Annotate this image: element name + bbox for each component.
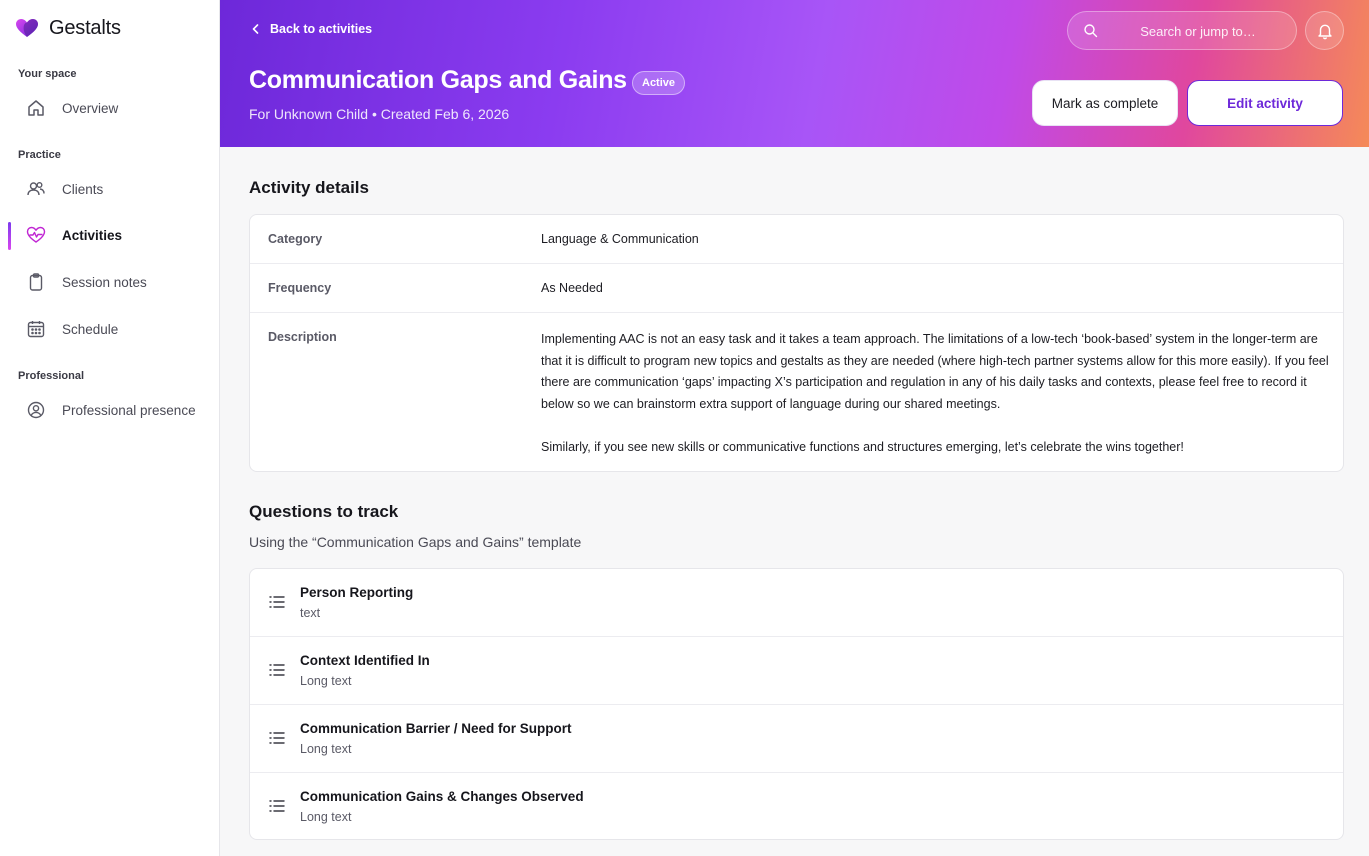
users-icon — [26, 179, 46, 199]
sidebar-item-label: Session notes — [62, 274, 147, 290]
template-note: Using the “Communication Gaps and Gains”… — [249, 534, 582, 550]
sidebar-item-label: Activities — [62, 227, 123, 243]
sidebar-item-activities[interactable]: Activities — [8, 215, 212, 255]
description-text: Implementing AAC is not an easy task and… — [541, 329, 1331, 458]
back-to-activities-link[interactable]: Back to activities — [250, 20, 372, 38]
sidebar-item-clients[interactable]: Clients — [8, 169, 212, 209]
description-paragraph: Similarly, if you see new skills or comm… — [541, 439, 1184, 454]
chevron-left-icon — [252, 24, 259, 34]
question-type: Long text — [300, 742, 352, 756]
search-icon — [1084, 24, 1098, 38]
question-title: Communication Barrier / Need for Support — [300, 721, 572, 736]
detail-label: Frequency — [268, 281, 332, 295]
questions-heading: Questions to track — [249, 502, 399, 521]
home-icon — [26, 98, 46, 118]
search-box[interactable] — [1067, 11, 1297, 50]
list-icon — [269, 596, 285, 608]
sidebar-item-label: Overview — [62, 100, 119, 116]
activity-subtitle: For Unknown Child • Created Feb 6, 2026 — [249, 106, 510, 122]
detail-value: As Needed — [541, 281, 603, 295]
activity-details-card: Category Language & Communication Freque… — [249, 214, 1344, 472]
section-label-your-space: Your space — [18, 68, 77, 80]
search-input[interactable] — [1108, 21, 1288, 41]
clipboard-icon — [26, 272, 46, 292]
list-icon — [269, 732, 285, 744]
sidebar-item-label: Clients — [62, 181, 104, 197]
detail-label: Category — [268, 232, 323, 246]
sidebar-item-label: Schedule — [62, 321, 119, 337]
activity-details-heading: Activity details — [249, 178, 369, 197]
questions-list: Person Reporting text Context Identified… — [249, 568, 1344, 840]
question-item[interactable]: Person Reporting text — [250, 569, 1343, 637]
status-badge: Active — [632, 71, 686, 95]
question-title: Person Reporting — [300, 585, 414, 600]
list-icon — [269, 800, 285, 812]
back-link-label: Back to activities — [270, 22, 373, 36]
question-title: Communication Gains & Changes Observed — [300, 789, 584, 804]
activity-header: Back to activities Communication Gaps an… — [220, 0, 1369, 147]
question-type: Long text — [300, 810, 352, 824]
section-label-professional: Professional — [18, 370, 85, 382]
detail-row-category: Category Language & Communication — [250, 215, 1343, 264]
sidebar-item-professional-presence[interactable]: Professional presence — [8, 390, 212, 430]
user-circle-icon — [26, 400, 46, 420]
question-title: Context Identified In — [300, 653, 430, 668]
heart-pulse-icon — [26, 225, 46, 245]
question-type: Long text — [300, 674, 352, 688]
detail-row-description: Description Implementing AAC is not an e… — [250, 313, 1343, 471]
heart-logo-icon — [16, 19, 38, 37]
brand-name: Gestalts — [49, 16, 121, 39]
edit-activity-button[interactable]: Edit activity — [1187, 80, 1343, 126]
question-type: text — [300, 606, 321, 620]
page-title: Communication Gaps and Gains — [249, 66, 627, 94]
question-item[interactable]: Communication Barrier / Need for Support… — [250, 705, 1343, 773]
notifications-button[interactable] — [1305, 11, 1344, 50]
sidebar: Gestalts Your space Overview Practice Cl… — [0, 0, 220, 856]
sidebar-item-label: Professional presence — [62, 402, 196, 418]
detail-label: Description — [268, 330, 337, 344]
calendar-icon — [26, 319, 46, 339]
mark-as-complete-button[interactable]: Mark as complete — [1032, 80, 1178, 126]
question-item[interactable]: Communication Gains & Changes Observed L… — [250, 773, 1343, 839]
brand[interactable]: Gestalts — [15, 16, 121, 40]
section-label-practice: Practice — [18, 149, 61, 161]
description-paragraph: Implementing AAC is not an easy task and… — [541, 332, 1329, 411]
sidebar-item-schedule[interactable]: Schedule — [8, 309, 212, 349]
list-icon — [269, 664, 285, 676]
detail-value: Language & Communication — [541, 232, 699, 246]
question-item[interactable]: Context Identified In Long text — [250, 637, 1343, 705]
sidebar-item-session-notes[interactable]: Session notes — [8, 262, 212, 302]
detail-row-frequency: Frequency As Needed — [250, 264, 1343, 313]
sidebar-item-overview[interactable]: Overview — [8, 88, 212, 128]
bell-icon — [1317, 24, 1332, 39]
